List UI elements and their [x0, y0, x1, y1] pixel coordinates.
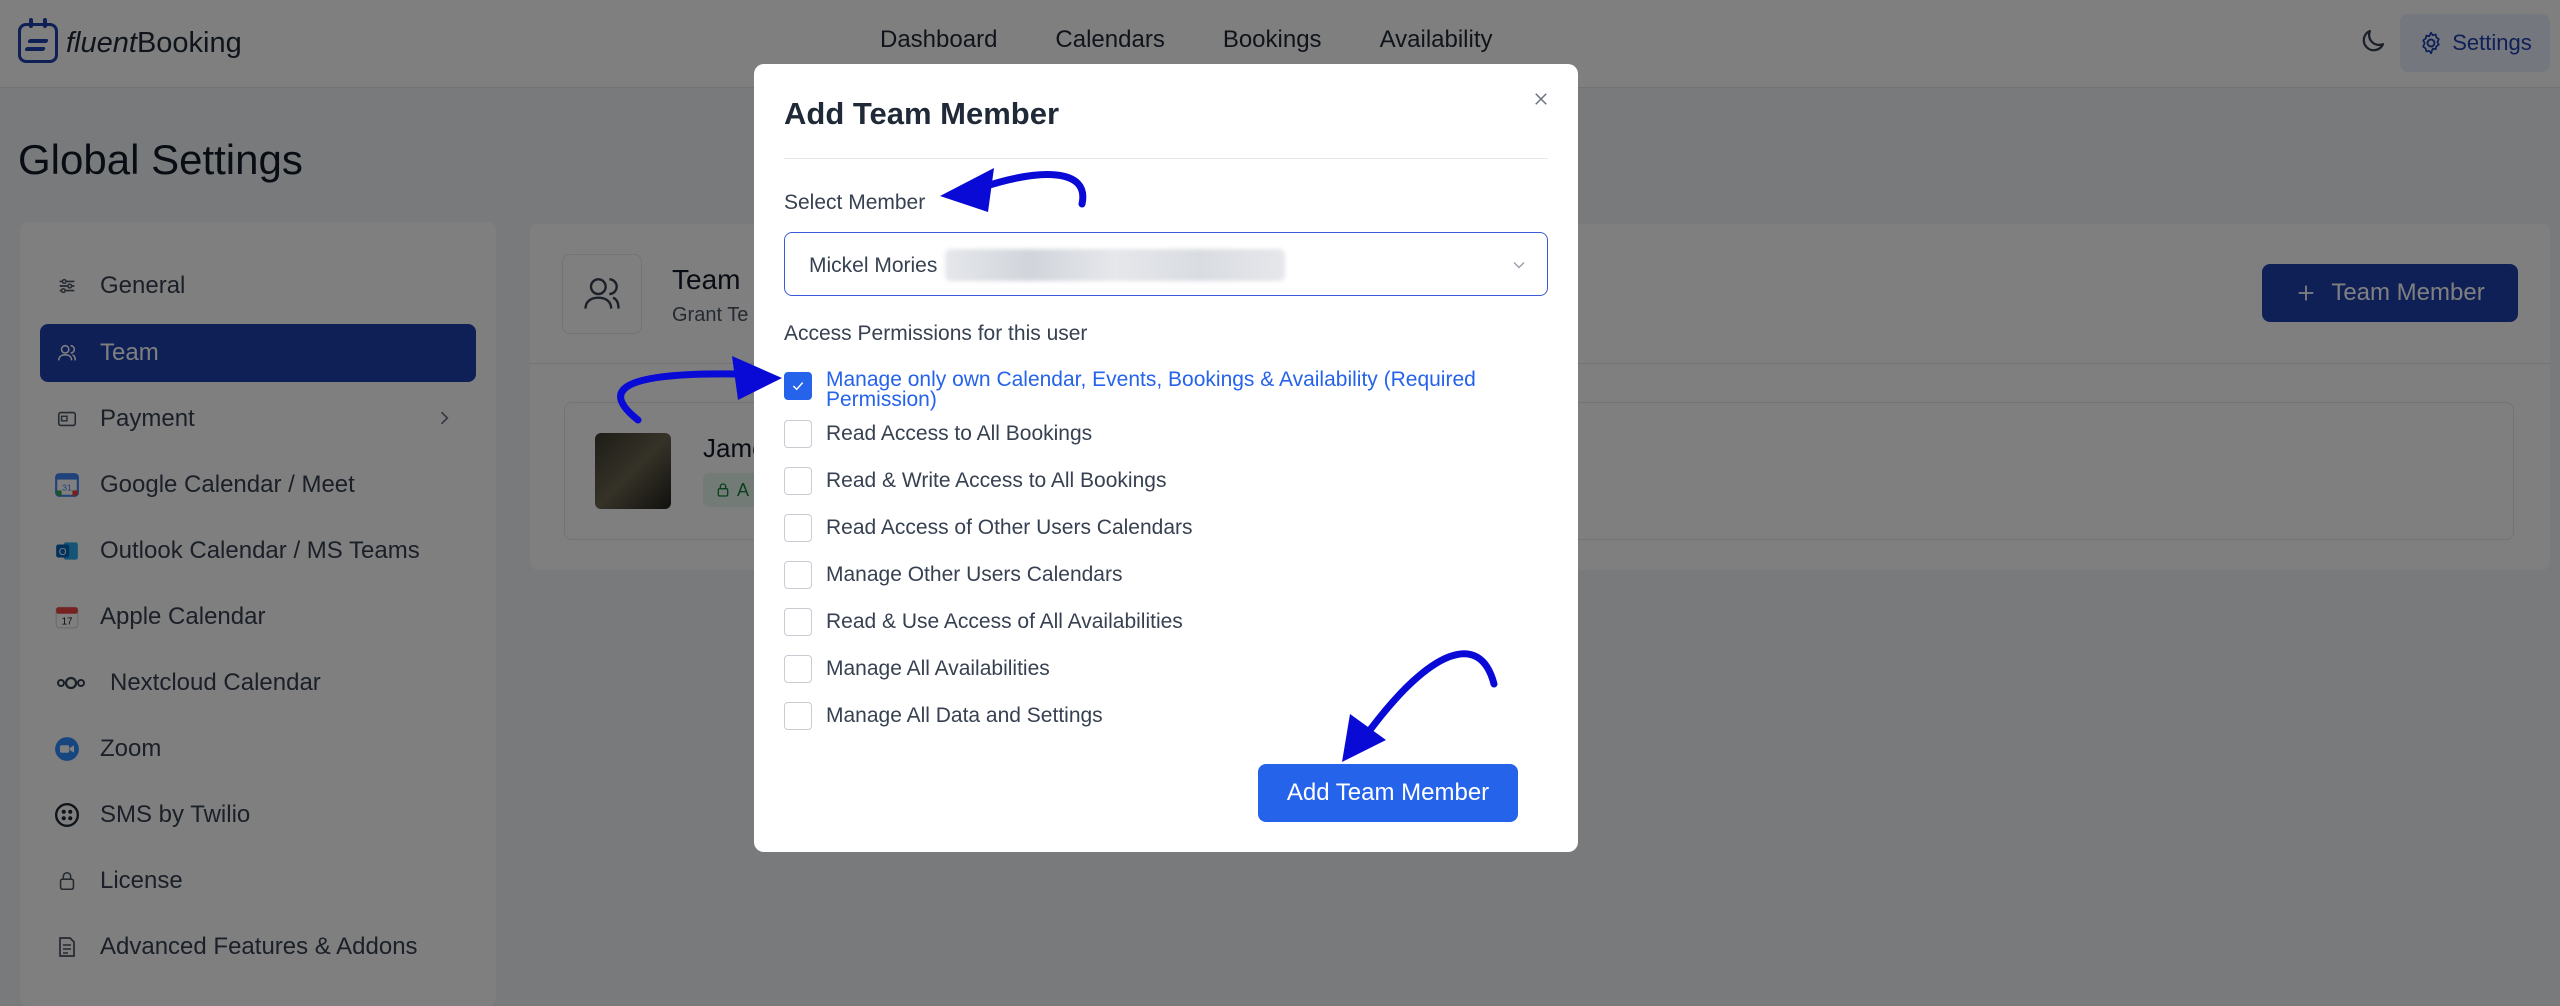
permission-label: Read Access to All Bookings	[826, 422, 1093, 445]
permission-label: Read & Write Access to All Bookings	[826, 469, 1167, 492]
blurred-email	[945, 249, 1285, 281]
check-icon	[792, 382, 804, 391]
checkbox[interactable]	[784, 372, 812, 400]
checkbox[interactable]	[784, 608, 812, 636]
permissions-label: Access Permissions for this user	[784, 322, 1088, 345]
permission-read-all-bookings[interactable]: Read Access to All Bookings	[784, 420, 1092, 448]
checkbox[interactable]	[784, 702, 812, 730]
checkbox[interactable]	[784, 561, 812, 589]
selected-member-value: Mickel Mories	[809, 254, 938, 277]
permission-manage-own[interactable]: Manage only own Calendar, Events, Bookin…	[784, 368, 1526, 411]
modal-divider	[784, 158, 1548, 159]
checkbox[interactable]	[784, 420, 812, 448]
checkbox[interactable]	[784, 467, 812, 495]
chevron-down-icon	[1513, 261, 1525, 269]
select-member-label: Select Member	[784, 191, 926, 214]
checkbox[interactable]	[784, 514, 812, 542]
checkbox[interactable]	[784, 655, 812, 683]
add-team-member-button[interactable]: Add Team Member	[1258, 764, 1518, 822]
permission-manage-availabilities[interactable]: Manage All Availabilities	[784, 655, 1050, 683]
permission-label: Manage only own Calendar, Events, Bookin…	[826, 368, 1476, 411]
member-select[interactable]: Mickel Mories	[784, 232, 1548, 296]
add-team-member-modal: Add Team Member Select Member Mickel Mor…	[754, 64, 1578, 852]
permission-label: Manage All Availabilities	[826, 657, 1050, 680]
permission-label: Manage Other Users Calendars	[826, 563, 1123, 586]
permission-label: Manage All Data and Settings	[826, 704, 1103, 727]
permission-manage-other-calendars[interactable]: Manage Other Users Calendars	[784, 561, 1122, 589]
modal-title: Add Team Member	[784, 96, 1060, 131]
permission-read-other-calendars[interactable]: Read Access of Other Users Calendars	[784, 514, 1193, 542]
permission-label: Read Access of Other Users Calendars	[826, 516, 1193, 539]
permission-label: Read & Use Access of All Availabilities	[826, 610, 1183, 633]
permission-manage-all-data[interactable]: Manage All Data and Settings	[784, 702, 1103, 730]
close-icon[interactable]	[1526, 84, 1556, 114]
permission-read-availabilities[interactable]: Read & Use Access of All Availabilities	[784, 608, 1183, 636]
permission-read-write-bookings[interactable]: Read & Write Access to All Bookings	[784, 467, 1166, 495]
